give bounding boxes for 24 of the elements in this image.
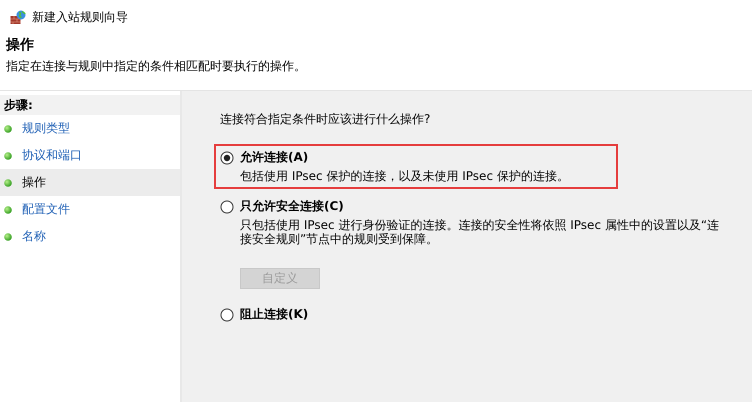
radio-button[interactable] xyxy=(220,308,234,322)
firewall-globe-icon xyxy=(10,9,26,25)
radio-button[interactable] xyxy=(220,200,234,214)
window-title: 新建入站规则向导 xyxy=(32,8,128,26)
page-heading: 操作 xyxy=(6,36,35,54)
option-description: 包括使用 IPsec 保护的连接，以及未使用 IPsec 保护的连接。 xyxy=(239,169,570,183)
step-bullet-icon xyxy=(4,232,12,240)
step-bullet-icon xyxy=(4,206,12,214)
option-description: 只包括使用 IPsec 进行身份验证的连接。连接的安全性将依照 IPsec 属性中的设置以及“连接安全规则”节点中的规则受到保障。 xyxy=(239,218,720,246)
radio-button[interactable] xyxy=(220,150,234,164)
option-label[interactable]: 允许连接(A) xyxy=(240,149,308,166)
step-bullet-icon xyxy=(4,152,12,160)
option-label[interactable]: 阻止连接(K) xyxy=(240,306,308,323)
option-label[interactable]: 只允许安全连接(C) xyxy=(240,198,344,215)
steps-heading: 步骤: xyxy=(4,96,33,114)
step-bullet-icon xyxy=(4,178,12,186)
page-subtitle: 指定在连接与规则中指定的条件相匹配时要执行的操作。 xyxy=(6,58,307,75)
step-item[interactable]: 名称 xyxy=(0,223,180,250)
step-item[interactable]: 规则类型 xyxy=(0,115,180,142)
step-item[interactable]: 协议和端口 xyxy=(0,142,180,169)
step-item[interactable]: 操作 xyxy=(0,169,180,196)
step-bullet-icon xyxy=(4,124,12,132)
question-text: 连接符合指定条件时应该进行什么操作? xyxy=(220,111,430,128)
step-item[interactable]: 配置文件 xyxy=(0,196,180,223)
